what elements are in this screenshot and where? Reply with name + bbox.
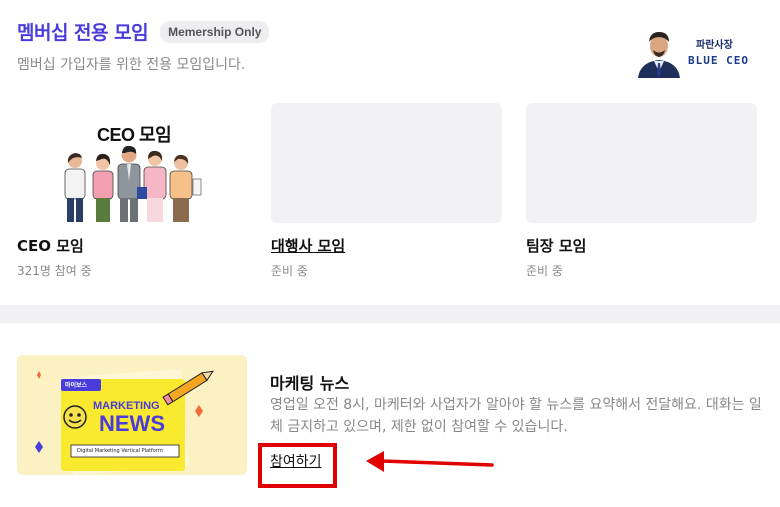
- card-title: 팀장 모임: [526, 237, 587, 255]
- news-description: 영업일 오전 8시, 마케터와 사업자가 알아야 할 뉴스를 요약해서 전달해요…: [270, 397, 762, 436]
- thumb-tag: 마이보스: [65, 382, 88, 389]
- thumb-headline-2: NEWS: [99, 411, 165, 436]
- group-card-ceo[interactable]: CEO 모임 CEO 모임 321명 참여 중: [17, 103, 248, 279]
- card-status: 준비 중: [271, 264, 308, 278]
- people-illustration-icon: [64, 145, 202, 222]
- blue-ceo-logo: 파란사장 BLUE CEO: [634, 26, 780, 78]
- pointer-arrow-icon: [366, 451, 494, 472]
- marketing-news-thumbnail: 마이보스 MARKETING NEWS Digital Marketing Ve…: [17, 355, 247, 475]
- team-lead-group-image-placeholder: [526, 103, 757, 223]
- card-title: CEO 모임: [17, 237, 84, 255]
- ceo-avatar-icon: [634, 28, 684, 78]
- group-card-team-lead[interactable]: 팀장 모임 준비 중: [526, 103, 757, 279]
- news-title: 마케팅 뉴스: [270, 374, 350, 393]
- group-card-agency[interactable]: 대행사 모임 준비 중: [271, 103, 502, 279]
- join-button[interactable]: 참여하기: [270, 451, 322, 471]
- ceo-group-image: CEO 모임: [17, 103, 248, 223]
- membership-badge: Memership Only: [160, 20, 270, 43]
- page-subtitle: 멤버십 가입자를 위한 전용 모임입니다.: [17, 57, 246, 73]
- logo-korean-text: 파란사장: [696, 40, 733, 51]
- card-title-link[interactable]: 대행사 모임: [271, 235, 345, 256]
- thumb-footer-text: Digital Marketing Vertical Platform: [77, 448, 163, 454]
- card-status: 준비 중: [526, 264, 563, 278]
- logo-english-text: BLUE CEO: [688, 54, 749, 67]
- page-title: 멤버십 전용 모임: [17, 22, 149, 44]
- agency-group-image-placeholder: [271, 103, 502, 223]
- section-divider: [0, 305, 780, 323]
- card-member-count: 321명 참여 중: [17, 264, 92, 278]
